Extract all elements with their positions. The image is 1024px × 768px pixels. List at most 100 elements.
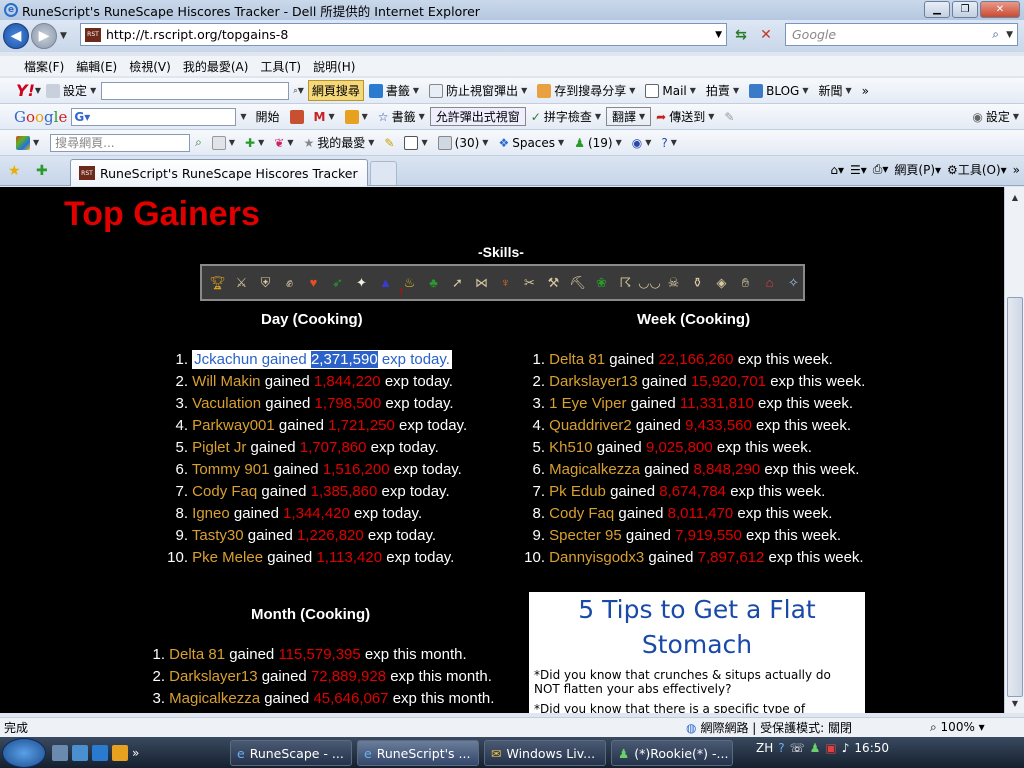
web-search-button[interactable]: 網頁搜尋 [307,80,364,101]
security-zone[interactable]: ◍ 網際網路 | 受保護模式: 關閉 [686,719,852,736]
yahoo-logo-icon[interactable]: Y! [0,81,35,100]
player-name-link[interactable]: Pke Melee [192,549,263,566]
google-dropdown-icon[interactable]: ▼ [240,112,246,121]
scroll-down-icon[interactable]: ▼ [1007,695,1023,711]
volume-tray-icon[interactable]: ♪ [842,741,850,755]
yahoo-search-dropdown-icon[interactable]: ⌕▼ [293,86,304,96]
url-dropdown-icon[interactable]: ▼ [715,30,722,40]
back-button[interactable]: ◀ [3,23,29,49]
page-menu-button[interactable]: 網頁(P)▾ [894,161,941,178]
runecrafting-skill-icon[interactable]: ◈ [712,273,731,292]
network-tray-icon[interactable]: ☏ [790,741,805,755]
tools-menu-button[interactable]: ⚙工具(O)▾ [947,161,1007,178]
fishing-skill-icon[interactable]: ⋈ [472,273,491,292]
ie-quicklaunch-icon[interactable] [92,744,108,761]
scroll-thumb[interactable] [1007,297,1023,697]
quicklaunch-overflow-icon[interactable]: » [132,746,139,760]
translate-button[interactable]: 翻譯 ▼ [605,107,652,126]
news-button[interactable]: 新聞 ▼ [813,82,856,99]
language-indicator[interactable]: ZH [756,741,773,755]
windows-live-logo-icon[interactable]: ▼ [0,135,44,150]
taskbar-item-rookie[interactable]: ♟ (*)Rookie(*) -... [611,740,733,766]
print-icon[interactable]: ⎙▾ [873,162,889,177]
toolbar-overflow-icon[interactable]: » [857,84,874,98]
woodcutting-skill-icon[interactable]: ♣ [424,273,443,292]
player-name-link[interactable]: Kh510 [549,439,592,456]
player-name-link[interactable]: Delta 81 [549,351,605,368]
auction-button[interactable]: 拍賣 ▼ [701,82,744,99]
player-name-link[interactable]: Igneo [192,505,230,522]
scroll-up-icon[interactable]: ▲ [1007,189,1023,205]
live-messenger-button[interactable]: ♟ (19) ▼ [569,136,627,150]
switch-windows-icon[interactable] [72,744,88,761]
menu-tools[interactable]: 工具(T) [254,58,307,75]
pen-icon[interactable]: ✎ [719,110,739,124]
popup-blocker-button[interactable]: 防止視窗彈出 ▼ [424,82,532,99]
live-tools-icon[interactable]: ▼ [207,135,240,150]
menu-edit[interactable]: 編輯(E) [70,58,123,75]
attack-skill-icon[interactable]: ⚔︎ [232,273,251,292]
yahoo-bookmarks-button[interactable]: 書籤 ▼ [364,82,424,99]
history-dropdown-icon[interactable]: ▼ [60,31,67,41]
ranged-skill-icon[interactable]: ➶ [328,273,347,292]
send-to-button[interactable]: ➦ 傳送到 ▼ [651,108,719,125]
maximize-button[interactable]: ❐ [952,1,978,18]
player-name-link[interactable]: 1 Eye Viper [549,395,626,412]
player-name-link[interactable]: Cody Faq [549,505,614,522]
live-search-field[interactable]: 搜尋網頁... [50,133,191,152]
add-favorite-icon[interactable]: ✚ [36,163,48,179]
feeds-icon[interactable]: ☰▾ [850,163,867,177]
blog-button[interactable]: BLOG ▼ [744,83,813,98]
player-name-link[interactable]: Darkslayer13 [549,373,637,390]
ad-banner[interactable]: 5 Tips to Get a Flat Stomach *Did you kn… [529,592,865,713]
player-name-link[interactable]: Quaddriver2 [549,417,632,434]
live-highlight-icon[interactable]: ✎ [379,136,399,150]
player-name-link[interactable]: Jckachun [194,351,257,368]
show-desktop-icon[interactable] [52,744,68,761]
google-go-button[interactable]: 開始 [251,108,285,125]
crafting-skill-icon[interactable]: ✂︎ [520,273,539,292]
live-search-icon[interactable]: ⌕ [190,135,207,150]
messenger-tray-icon[interactable]: ♟ [810,741,821,755]
minimize-button[interactable]: ▁ [924,1,950,18]
construction-skill-icon[interactable]: ⌂ [760,273,779,292]
player-name-link[interactable]: Tommy 901 [192,461,270,478]
player-name-link[interactable]: Specter 95 [549,527,622,544]
search-icon[interactable]: ⌕ [992,27,999,42]
search-input[interactable]: Google ⌕ ▼ [785,23,1018,46]
magic-skill-icon[interactable]: ▲ [376,273,395,292]
player-name-link[interactable]: Dannyisgodx3 [549,549,644,566]
fletching-skill-icon[interactable]: ➚ [448,273,467,292]
live-edit-icon[interactable]: ▼ [399,135,432,150]
gmail-icon[interactable]: M ▼ [309,110,340,124]
spellcheck-button[interactable]: ✓ 拼字檢查 ▼ [526,108,606,125]
ad-title[interactable]: 5 Tips to Get a Flat Stomach [529,592,865,662]
favorites-star-icon[interactable]: ★ [8,163,21,179]
yahoo-settings-button[interactable]: 設定 ▼ [41,82,101,99]
player-name-link[interactable]: Vaculation [192,395,261,412]
stop-icon[interactable]: ✕ [755,24,777,46]
media-player-icon[interactable] [112,744,128,761]
taskbar-item-runescape[interactable]: e RuneScape - ... [230,740,352,766]
summoning-skill-icon[interactable]: ✧ [784,273,803,292]
player-name-link[interactable]: Delta 81 [169,646,225,663]
player-name-link[interactable]: Darkslayer13 [169,668,257,685]
live-add-icon[interactable]: ✚ ▼ [240,136,269,150]
zoom-level[interactable]: ⌕ 100% ▾ [930,720,985,735]
live-help-icon[interactable]: ? ▼ [656,136,682,150]
hunter-skill-icon[interactable]: ✋︎ [736,273,755,292]
start-button[interactable] [2,737,46,768]
google-logo-icon[interactable]: Google [0,108,67,126]
extensions-icon[interactable]: ▼ [340,109,373,124]
news-icon[interactable] [285,109,309,124]
farming-skill-icon[interactable]: ⚱︎ [688,273,707,292]
taskbar-item-windows-live[interactable]: ✉ Windows Liv... [484,740,606,766]
hitpoints-skill-icon[interactable]: ♥ [304,273,323,292]
search-dropdown-icon[interactable]: ▼ [1006,30,1013,40]
menu-help[interactable]: 說明(H) [307,58,361,75]
yahoo-search-field[interactable] [101,81,290,100]
clock[interactable]: 16:50 [854,741,889,755]
save-search-button[interactable]: 存到搜尋分享 ▼ [532,82,640,99]
menu-view[interactable]: 檢視(V) [123,58,177,75]
home-icon[interactable]: ⌂▾ [830,163,844,177]
